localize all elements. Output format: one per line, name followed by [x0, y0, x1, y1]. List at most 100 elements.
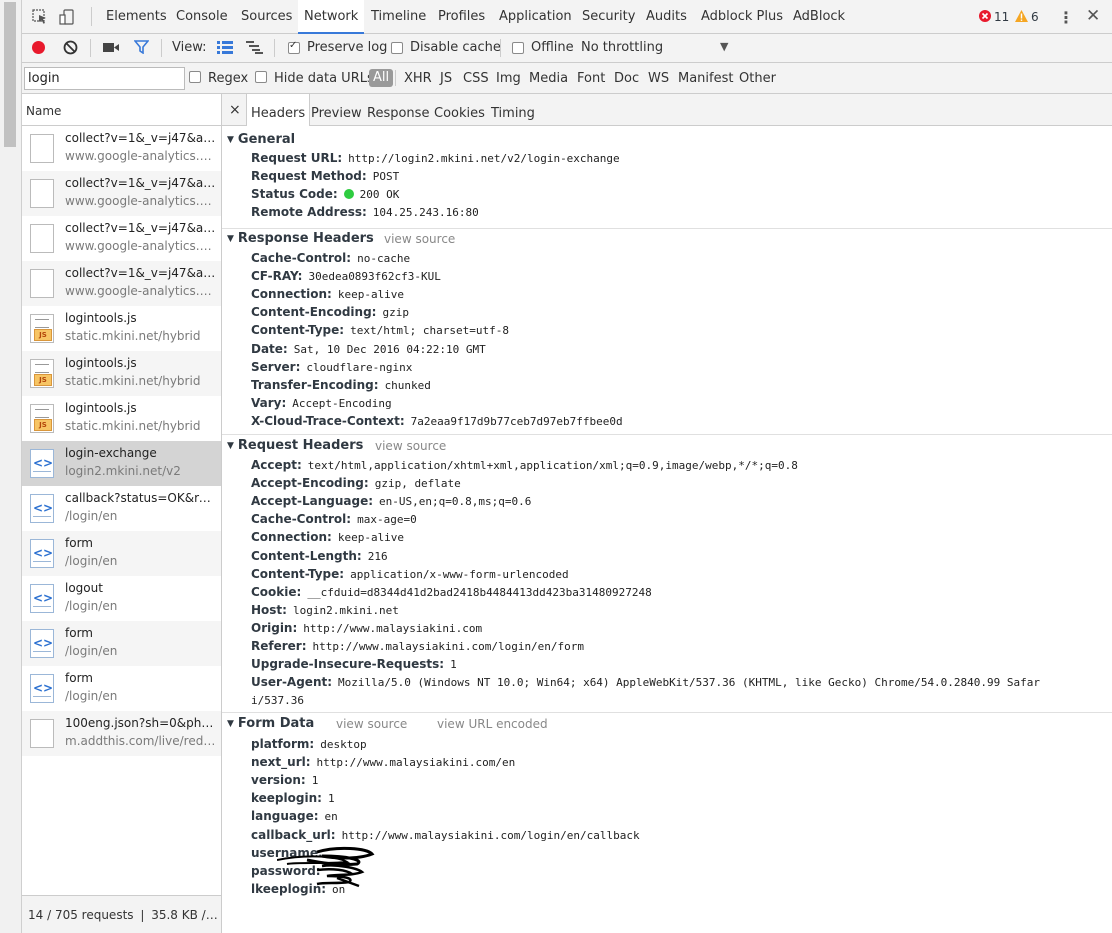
filter-type-all[interactable]: All: [369, 69, 394, 87]
offline-label[interactable]: Offline: [531, 40, 574, 55]
tab-headers[interactable]: Headers: [246, 94, 311, 126]
tab-timing[interactable]: Timing: [491, 94, 535, 125]
large-rows-icon[interactable]: [217, 41, 233, 57]
close-icon[interactable]: ✕: [1086, 6, 1100, 26]
close-details-icon[interactable]: ×: [229, 102, 241, 118]
list-item[interactable]: collect?v=1&_v=j47&a=19... www.google-ana…: [22, 261, 221, 306]
list-item[interactable]: <> callback?status=OK&regist... /login/en: [22, 486, 221, 531]
response-headers-section-toggle[interactable]: ▼ Response Headers: [227, 231, 374, 246]
response-header-row: Content-Type: text/html; charset=utf-8: [251, 323, 509, 337]
form-data-section-toggle[interactable]: ▼ Form Data: [227, 716, 314, 731]
filter-type-media[interactable]: Media: [529, 71, 568, 86]
chevron-down-icon[interactable]: ▼: [720, 40, 728, 53]
name-column-header[interactable]: Name: [22, 94, 221, 126]
list-item[interactable]: JS logintools.js static.mkini.net/hybrid: [22, 306, 221, 351]
tab-profiles[interactable]: Profiles: [438, 0, 485, 33]
request-name: logintools.js: [65, 311, 137, 325]
record-button[interactable]: [32, 41, 45, 54]
preserve-log-checkbox[interactable]: [288, 40, 300, 54]
status-ok-icon: [343, 189, 354, 199]
filter-input[interactable]: [24, 67, 185, 90]
overview-icon[interactable]: [246, 41, 263, 57]
filter-type-xhr[interactable]: XHR: [404, 71, 432, 86]
list-item[interactable]: <> form/login/en: [22, 666, 221, 711]
list-item[interactable]: collect?v=1&_v=j47&a=11... www.google-ana…: [22, 126, 221, 171]
list-item[interactable]: <> login-exchange login2.mkini.net/v2: [22, 441, 221, 486]
capture-screenshots-icon[interactable]: [103, 42, 119, 56]
header-key: keeplogin:: [251, 791, 322, 806]
filter-type-img[interactable]: Img: [496, 71, 521, 86]
tab-adblock[interactable]: AdBlock: [793, 0, 845, 33]
response-view-source-link[interactable]: view source: [384, 232, 455, 246]
error-count[interactable]: 11: [994, 10, 1009, 24]
list-item[interactable]: <> form/login/en: [22, 621, 221, 666]
tab-adblock-plus[interactable]: Adblock Plus: [701, 0, 783, 33]
blank-file-icon: [30, 134, 54, 163]
tab-elements[interactable]: Elements: [106, 0, 167, 33]
document-file-icon: <>: [30, 584, 54, 613]
tab-application[interactable]: Application: [499, 0, 572, 33]
header-key: CF-RAY:: [251, 269, 303, 284]
header-value: cloudflare-nginx: [306, 360, 413, 374]
filter-icon[interactable]: [133, 40, 150, 57]
warning-count[interactable]: 6: [1031, 10, 1039, 24]
filter-type-ws[interactable]: WS: [648, 71, 669, 86]
tab-response[interactable]: Response: [367, 94, 429, 125]
name-column-label[interactable]: Name: [26, 104, 61, 118]
filter-type-manifest[interactable]: Manifest: [678, 71, 733, 86]
clear-icon[interactable]: [63, 40, 78, 58]
regex-label[interactable]: Regex: [208, 71, 248, 86]
device-toolbar-icon[interactable]: [59, 9, 75, 28]
warning-icon[interactable]: [1015, 10, 1028, 25]
hide-data-urls-label[interactable]: Hide data URLs: [274, 71, 374, 86]
list-item[interactable]: JS logintools.js static.mkini.net/hybrid: [22, 396, 221, 441]
form-data-row: next_url: http://www.malaysiakini.com/en: [251, 755, 515, 769]
scrollbar-thumb[interactable]: [4, 2, 16, 147]
request-headers-section-toggle[interactable]: ▼ Request Headers: [227, 438, 363, 453]
filter-type-js[interactable]: JS: [440, 71, 452, 86]
preserve-log-label[interactable]: Preserve log: [307, 40, 387, 55]
list-item[interactable]: collect?v=1&_v=j47&a=19... www.google-ana…: [22, 216, 221, 261]
response-header-row: Content-Encoding: gzip: [251, 305, 409, 319]
blank-file-icon: [30, 269, 54, 298]
header-key: Content-Type:: [251, 566, 345, 581]
disable-cache-label[interactable]: Disable cache: [410, 40, 501, 55]
tab-timeline[interactable]: Timeline: [371, 0, 426, 33]
filter-type-doc[interactable]: Doc: [614, 71, 639, 86]
tab-console[interactable]: Console: [176, 0, 228, 33]
view-url-encoded-link[interactable]: view URL encoded: [437, 717, 548, 731]
offline-checkbox[interactable]: [512, 42, 524, 54]
inspect-element-icon[interactable]: [32, 9, 48, 28]
general-row: Request URL: http://login2.mkini.net/v2/l…: [251, 151, 620, 165]
filter-type-css[interactable]: CSS: [463, 71, 489, 86]
hide-data-urls-checkbox[interactable]: [255, 71, 267, 83]
list-item[interactable]: 100eng.json?sh=0&ph=68... m.addthis.com/l…: [22, 711, 221, 756]
page-scrollbar[interactable]: [0, 0, 22, 933]
list-item[interactable]: JS logintools.js static.mkini.net/hybrid: [22, 351, 221, 396]
request-details: × Headers Preview Response Cookies Timin…: [222, 94, 1112, 933]
disable-cache-checkbox[interactable]: [391, 42, 403, 54]
tab-sources[interactable]: Sources: [241, 0, 292, 33]
list-item[interactable]: <> logout/login/en: [22, 576, 221, 621]
tab-audits[interactable]: Audits: [646, 0, 687, 33]
list-item[interactable]: <> form/login/en: [22, 531, 221, 576]
list-item[interactable]: collect?v=1&_v=j47&a=11... www.google-ana…: [22, 171, 221, 216]
request-view-source-link[interactable]: view source: [375, 439, 446, 453]
request-path: www.google-analytics.com: [65, 239, 217, 253]
request-header-row: Accept-Language: en-US,en;q=0.8,ms;q=0.6: [251, 494, 531, 508]
tab-preview[interactable]: Preview: [311, 94, 362, 125]
tab-network[interactable]: Network: [298, 0, 365, 34]
filter-type-other[interactable]: Other: [739, 71, 776, 86]
more-menu-icon[interactable]: ⋮: [1058, 8, 1074, 27]
document-file-icon: <>: [30, 674, 54, 703]
throttling-select[interactable]: No throttling: [581, 40, 663, 55]
error-icon[interactable]: [979, 10, 991, 25]
tab-security[interactable]: Security: [582, 0, 635, 33]
header-value: http://www.malaysiakini.com/en: [316, 756, 516, 770]
general-section-toggle[interactable]: ▼ General: [227, 132, 295, 147]
tab-cookies[interactable]: Cookies: [434, 94, 485, 125]
form-view-source-link[interactable]: view source: [336, 717, 407, 731]
filter-type-font[interactable]: Font: [577, 71, 605, 86]
request-header-row: User-Agent: Mozilla/5.0 (Windows NT 10.0;…: [251, 675, 1040, 689]
regex-checkbox[interactable]: [189, 71, 201, 83]
